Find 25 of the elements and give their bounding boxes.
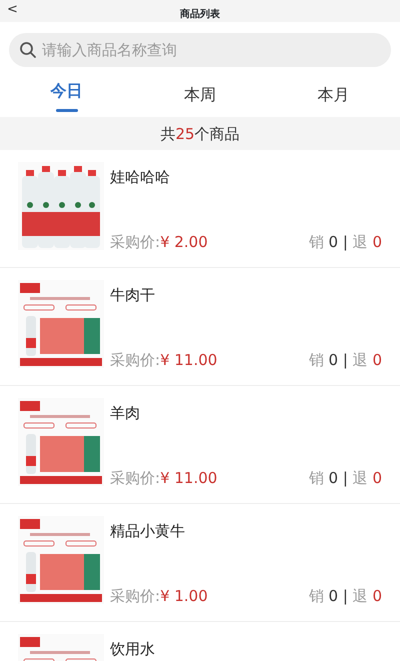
product-item[interactable]: 娃哈哈哈 采购价:¥ 2.00 销 0 | 退 0 <box>0 150 400 268</box>
product-name: 娃哈哈哈 <box>110 167 171 188</box>
tab[interactable]: 本周 <box>133 67 267 112</box>
sales-returns: 销 0 | 退 0 <box>308 350 382 370</box>
sales-returns: 销 0 | 退 0 <box>308 586 382 606</box>
purchase-price: 采购价:¥ 11.00 <box>110 350 218 370</box>
page-title: 商品列表 <box>180 9 220 20</box>
product-name: 饮用水 <box>110 639 156 660</box>
back-button[interactable]: < <box>4 1 21 19</box>
purchase-price: 采购价:¥ 2.00 <box>110 232 208 252</box>
product-name: 牛肉干 <box>110 285 156 306</box>
product-count: 共25个商品 <box>160 125 240 143</box>
product-name: 羊肉 <box>110 403 141 424</box>
tab[interactable]: 本月 <box>266 67 400 112</box>
sales-returns: 销 0 | 退 0 <box>308 468 382 488</box>
purchase-price: 采购价:¥ 11.00 <box>110 468 218 488</box>
search-field[interactable]: 请输入商品名称查询 <box>9 33 391 67</box>
product-item[interactable]: 羊肉 采购价:¥ 11.00 销 0 | 退 0 <box>0 386 400 504</box>
product-item[interactable]: 饮用水 <box>0 622 400 661</box>
product-item[interactable]: 精品小黄牛 采购价:¥ 1.00 销 0 | 退 0 <box>0 504 400 622</box>
tab[interactable]: 今日 <box>0 67 134 112</box>
product-item[interactable]: 牛肉干 采购价:¥ 11.00 销 0 | 退 0 <box>0 268 400 386</box>
sales-returns: 销 0 | 退 0 <box>308 232 382 252</box>
purchase-price: 采购价:¥ 1.00 <box>110 586 208 606</box>
product-name: 精品小黄牛 <box>110 521 186 542</box>
